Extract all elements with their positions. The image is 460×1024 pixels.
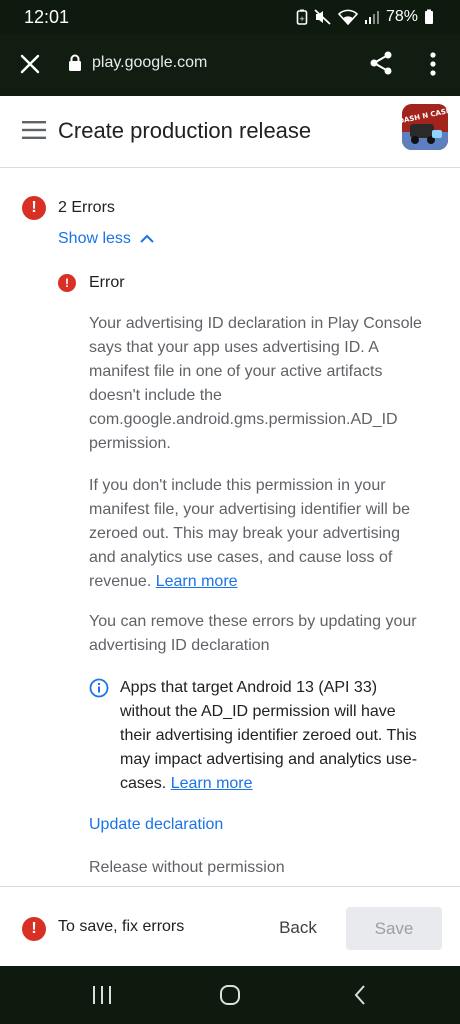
- info-note-text: Apps that target Android 13 (API 33) wit…: [120, 679, 418, 792]
- status-bar: 12:01 + 78%: [0, 0, 460, 34]
- error-consequence: If you don't include this permission in …: [89, 474, 429, 594]
- main-content: ! 2 Errors Show less ! Error Your advert…: [0, 168, 460, 886]
- error-icon: !: [58, 274, 76, 292]
- info-icon: [89, 678, 109, 698]
- battery-percent: 78%: [385, 8, 418, 25]
- app-icon[interactable]: DASH N CASH: [402, 104, 448, 150]
- mute-icon: [314, 9, 331, 25]
- show-less-toggle[interactable]: Show less: [58, 230, 155, 248]
- url-text[interactable]: play.google.com: [92, 54, 207, 72]
- error-remedy: You can remove these errors by updating …: [89, 613, 417, 654]
- save-button[interactable]: Save: [346, 907, 442, 950]
- chevron-up-icon: [140, 234, 154, 243]
- system-nav-bar: [0, 966, 460, 1024]
- more-vert-icon[interactable]: [426, 50, 440, 78]
- show-less-label: Show less: [58, 230, 131, 247]
- error-description: Your advertising ID declaration in Play …: [89, 315, 422, 452]
- back-icon[interactable]: [352, 984, 368, 1006]
- info-note: Apps that target Android 13 (API 33) wit…: [89, 676, 429, 796]
- error-item-title: Error: [89, 274, 125, 291]
- update-declaration-link[interactable]: Update declaration: [89, 816, 223, 834]
- error-icon: !: [22, 917, 46, 941]
- battery-icon: [425, 9, 433, 24]
- close-icon[interactable]: [18, 52, 42, 76]
- wifi-icon: [337, 9, 358, 25]
- app-header: Create production release DASH N CASH: [0, 96, 460, 168]
- bottom-action-bar: ! To save, fix errors Back Save: [0, 886, 460, 966]
- browser-toolbar: play.google.com: [0, 34, 460, 96]
- release-without-permission-option[interactable]: Release without permission: [89, 859, 285, 877]
- error-consequence-text: If you don't include this permission in …: [89, 477, 411, 590]
- error-item-header: ! Error: [58, 274, 125, 292]
- error-icon: !: [22, 196, 46, 220]
- back-button[interactable]: Back: [268, 907, 328, 949]
- errors-summary: ! 2 Errors: [22, 196, 115, 220]
- svg-text:+: +: [299, 15, 305, 23]
- info-learn-more-link[interactable]: Learn more: [171, 775, 253, 792]
- learn-more-link[interactable]: Learn more: [156, 573, 238, 590]
- save-blocked-message: To save, fix errors: [58, 918, 185, 935]
- info-note-body: Apps that target Android 13 (API 33) wit…: [120, 676, 429, 796]
- errors-count-label: 2 Errors: [58, 199, 115, 216]
- page-title: Create production release: [58, 118, 312, 143]
- battery-saver-icon: +: [296, 9, 308, 25]
- lock-icon: [69, 54, 81, 71]
- menu-icon[interactable]: [22, 120, 46, 140]
- status-time: 12:01: [24, 7, 70, 27]
- share-icon[interactable]: [368, 50, 394, 76]
- status-icons: + 78%: [296, 8, 434, 26]
- home-icon[interactable]: [219, 984, 243, 1006]
- recents-icon[interactable]: [91, 985, 113, 1005]
- signal-icon: [364, 11, 379, 24]
